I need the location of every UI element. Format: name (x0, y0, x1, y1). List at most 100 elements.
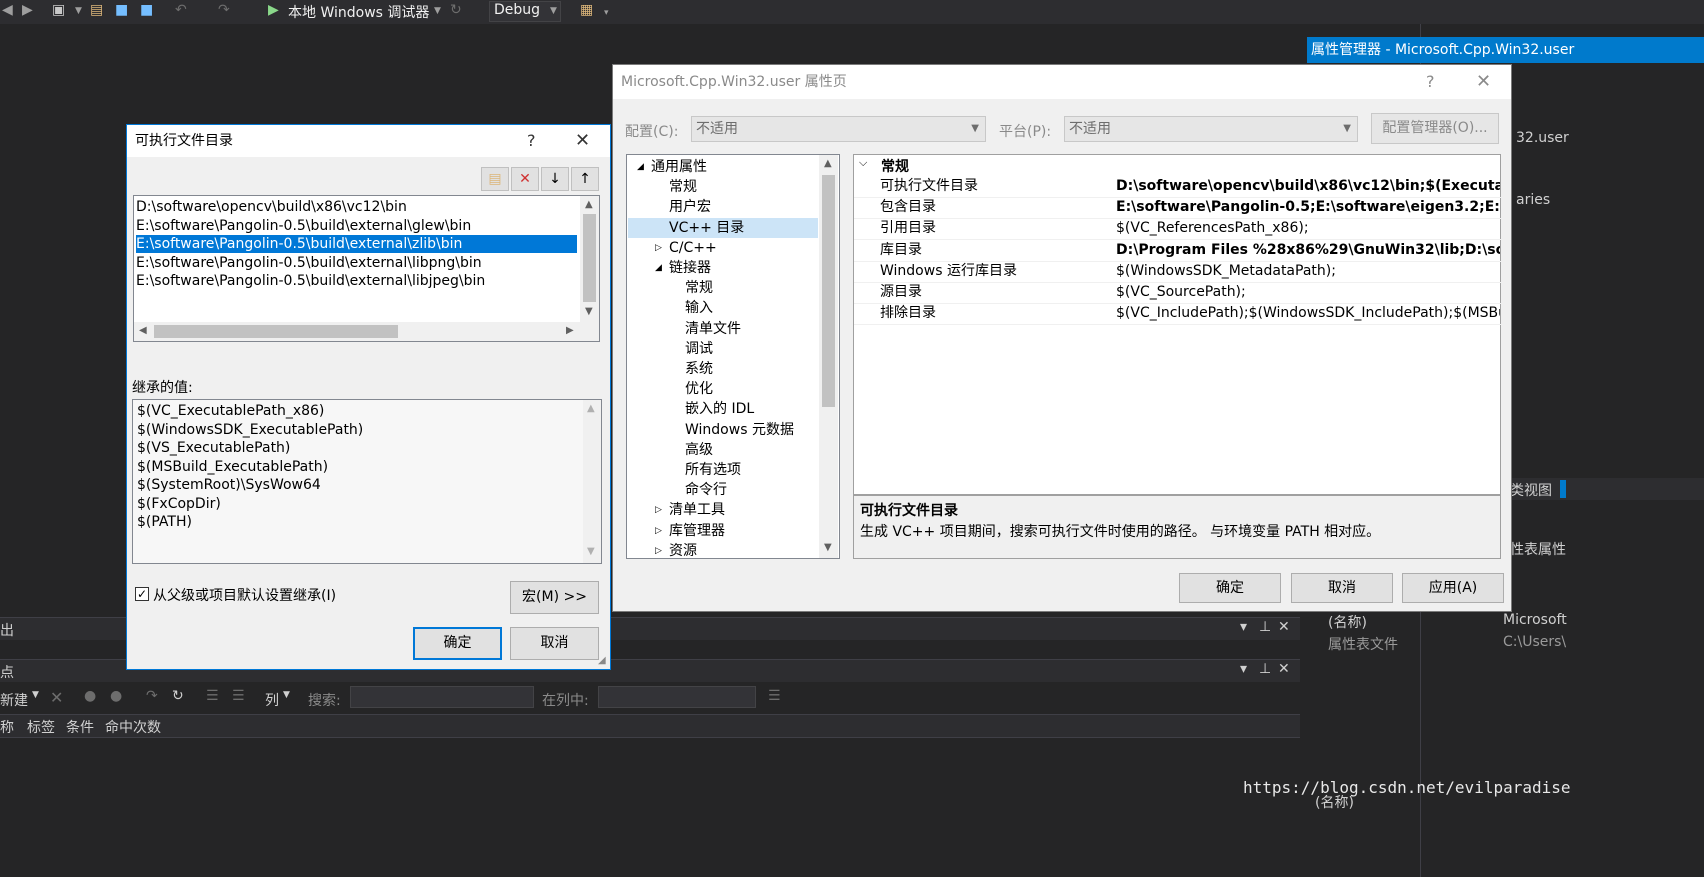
debugger-label[interactable]: 本地 Windows 调试器 (288, 2, 429, 22)
tree-item[interactable]: 所有选项 (685, 460, 741, 480)
tree-item[interactable]: 常规 (669, 177, 697, 197)
scroll-down-icon[interactable]: ▼ (824, 542, 832, 553)
refresh-icon[interactable]: ↻ (450, 2, 462, 18)
tree-item[interactable]: C/C++ (669, 238, 717, 258)
new-project-icon[interactable]: ▣ (52, 2, 65, 18)
tree-item[interactable]: 库管理器 (669, 521, 725, 541)
go-to-source-icon[interactable]: ↷ (146, 688, 158, 704)
close-icon[interactable]: ✕ (1278, 661, 1290, 677)
path-item[interactable]: E:\software\Pangolin-0.5\build\external\… (136, 235, 577, 253)
refresh-icon[interactable]: ↻ (172, 688, 184, 704)
chevron-down-icon[interactable]: ▾ (1240, 619, 1247, 635)
path-item[interactable]: E:\software\Pangolin-0.5\build\external\… (136, 272, 577, 290)
tree-item[interactable]: 输入 (685, 298, 713, 318)
save-icon[interactable]: ■ (115, 2, 128, 18)
scroll-up-icon[interactable]: ▲ (824, 158, 832, 169)
forward-icon[interactable]: ▶ (22, 2, 33, 18)
open-file-icon[interactable]: ▤ (90, 2, 103, 18)
overflow-icon[interactable]: ▾ (604, 8, 609, 18)
scroll-thumb[interactable] (583, 214, 596, 302)
property-row[interactable]: 可执行文件目录 D:\software\opencv\build\x86\vc12… (854, 176, 1501, 198)
start-debug-icon[interactable]: ▶ (268, 2, 279, 18)
save-all-icon[interactable]: ■ (140, 2, 153, 18)
export-icon[interactable]: ☰ (232, 688, 245, 704)
path-item[interactable]: E:\software\Pangolin-0.5\build\external\… (136, 217, 577, 235)
chevron-down-icon[interactable]: ▾ (1240, 661, 1247, 677)
clear-search-icon[interactable]: ☰ (768, 688, 781, 704)
close-icon[interactable]: ✕ (1278, 619, 1290, 635)
help-icon[interactable]: ? (1426, 72, 1435, 91)
close-icon[interactable]: ✕ (1476, 71, 1491, 92)
tree-scrollbar[interactable]: ▲ ▼ (819, 155, 838, 558)
expand-icon[interactable]: ▷ (655, 541, 662, 561)
hscroll-thumb[interactable] (154, 325, 398, 338)
tree-item[interactable]: 常规 (685, 278, 713, 298)
property-row[interactable]: 库目录 D:\Program Files %28x86%29\GnuWin32\l… (854, 240, 1501, 262)
help-icon[interactable]: ? (527, 131, 536, 150)
inherit-checkbox[interactable]: ✓ (135, 587, 149, 601)
tree-item[interactable]: 系统 (685, 359, 713, 379)
toggle-all-icon[interactable]: ● (110, 688, 122, 704)
inherit-checkbox-label[interactable]: 从父级或项目默认设置继承(I) (153, 585, 336, 605)
ok-button[interactable]: 确定 (413, 627, 502, 660)
tree-item[interactable]: 命令行 (685, 480, 727, 500)
property-row[interactable]: 排除目录 $(VC_IncludePath);$(WindowsSDK_Inclu… (854, 303, 1501, 326)
property-value[interactable]: E:\software\Pangolin-0.5;E:\software\eig… (1116, 197, 1500, 218)
column-header-label[interactable]: 标签 (27, 717, 55, 737)
property-value[interactable]: $(VC_ReferencesPath_x86); (1116, 218, 1500, 239)
scroll-down-icon[interactable]: ▼ (587, 546, 595, 557)
cancel-button[interactable]: 取消 (510, 627, 599, 660)
tree-item[interactable]: 高级 (685, 440, 713, 460)
config-manager-button[interactable]: 配置管理器(O)... (1371, 113, 1499, 144)
find-icon[interactable]: ▦ (580, 2, 593, 18)
tree-item[interactable]: 通用属性 (651, 157, 707, 177)
close-icon[interactable]: ✕ (575, 130, 590, 151)
scroll-thumb[interactable] (822, 175, 835, 407)
delete-all-icon[interactable]: ● (84, 688, 96, 704)
chevron-down-icon[interactable]: ▼ (283, 690, 290, 700)
platform-select[interactable]: 不适用 ▼ (1064, 116, 1358, 142)
path-list-hscroll[interactable]: ◀ ▶ (134, 322, 599, 341)
pin-icon[interactable]: ⊥ (1259, 619, 1271, 635)
scroll-up-icon[interactable]: ▲ (585, 199, 593, 210)
expand-icon[interactable]: ▷ (655, 500, 662, 520)
move-down-icon[interactable]: ↓ (541, 167, 569, 191)
tab-class-view[interactable]: 类视图 (1510, 480, 1552, 500)
move-up-icon[interactable]: ↑ (571, 167, 599, 191)
scroll-right-icon[interactable]: ▶ (566, 325, 574, 336)
undo-icon[interactable]: ↶ (175, 2, 187, 18)
new-folder-icon[interactable]: ▤ (481, 167, 509, 191)
path-item[interactable]: D:\software\opencv\build\x86\vc12\bin (136, 198, 577, 216)
expand-icon[interactable]: ▷ (655, 238, 662, 258)
chevron-down-icon[interactable]: ▼ (75, 6, 82, 16)
cancel-button[interactable]: 取消 (1291, 573, 1393, 603)
inherited-scrollbar[interactable]: ▲ ▼ (583, 400, 601, 563)
macro-button[interactable]: 宏(M) >> (510, 581, 599, 614)
scroll-down-icon[interactable]: ▼ (585, 306, 593, 317)
config-select[interactable]: 不适用 ▼ (691, 116, 986, 142)
property-row[interactable]: 源目录 $(VC_SourcePath); (854, 282, 1501, 304)
search-input[interactable] (350, 686, 534, 708)
collapse-icon[interactable]: ◢ (655, 258, 662, 278)
tree-item[interactable]: 链接器 (669, 258, 711, 278)
column-select[interactable] (598, 686, 756, 708)
path-item[interactable]: E:\software\Pangolin-0.5\build\external\… (136, 254, 577, 272)
tree-item[interactable]: Windows 元数据 (685, 420, 794, 440)
property-value[interactable]: D:\Program Files %28x86%29\GnuWin32\lib;… (1116, 240, 1500, 261)
tree-item-aries-fragment[interactable]: aries (1516, 192, 1550, 208)
scroll-left-icon[interactable]: ◀ (139, 325, 147, 336)
back-icon[interactable]: ◀ (2, 2, 13, 18)
collapse-icon[interactable]: ◢ (637, 157, 644, 177)
columns-button[interactable]: 列 (265, 690, 279, 710)
delete-icon[interactable]: ✕ (511, 167, 539, 191)
property-value[interactable]: $(WindowsSDK_MetadataPath); (1116, 261, 1500, 282)
property-row[interactable]: 包含目录 E:\software\Pangolin-0.5;E:\software… (854, 197, 1501, 220)
chevron-down-icon[interactable]: ▼ (550, 6, 557, 16)
column-header-condition[interactable]: 条件 (66, 717, 94, 737)
resize-grip-icon[interactable]: ◢ (598, 655, 606, 666)
tree-item[interactable]: 资源 (669, 541, 697, 561)
tree-item[interactable]: 清单文件 (685, 319, 741, 339)
tree-item[interactable]: 优化 (685, 379, 713, 399)
tree-item[interactable]: 用户宏 (669, 197, 711, 217)
chevron-down-icon[interactable]: ▼ (434, 6, 441, 16)
